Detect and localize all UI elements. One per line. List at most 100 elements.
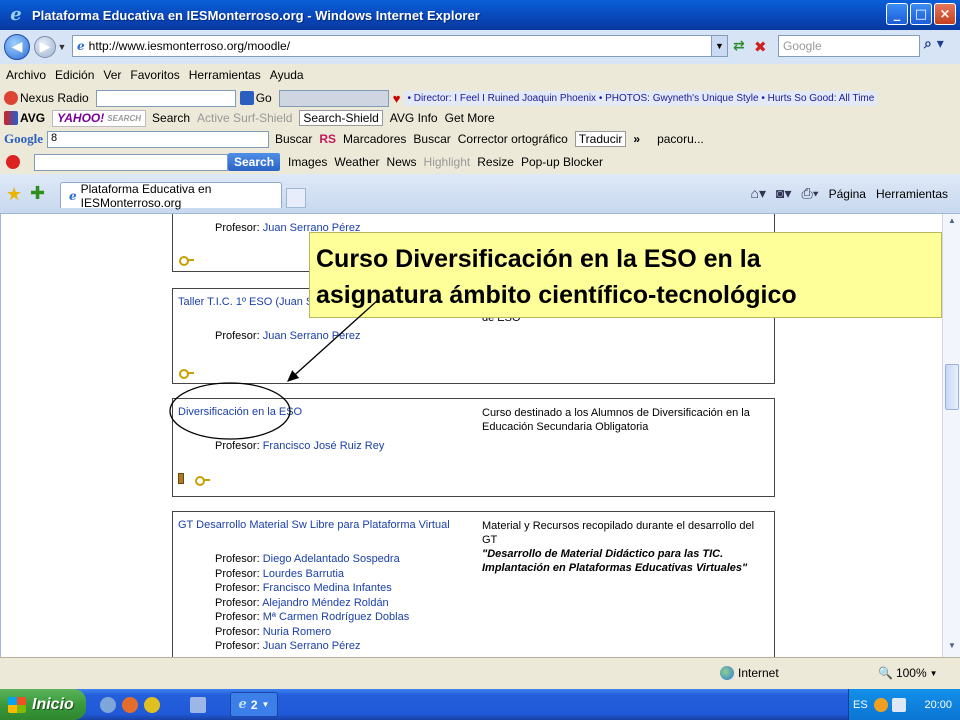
language-indicator[interactable]: ES	[853, 699, 868, 711]
google-search-field[interactable]: 8	[47, 130, 269, 148]
zoom-level: 100%	[895, 666, 927, 680]
news-button[interactable]: News	[387, 155, 417, 169]
callout-box: Curso Diversificación en la ESO en la as…	[309, 232, 942, 318]
scroll-up-icon[interactable]: ▲	[945, 216, 959, 230]
nexus-go-button[interactable]: Go	[239, 91, 272, 105]
minimize-button[interactable]: _	[886, 3, 908, 25]
quicklaunch-firefox-icon[interactable]	[122, 696, 138, 713]
google-buscar-button[interactable]: Buscar	[275, 132, 312, 146]
stop-icon[interactable]: ✖	[754, 38, 774, 56]
vertical-scrollbar[interactable]: ▲ ▼	[942, 214, 960, 657]
marcadores-button[interactable]: Marcadores	[343, 132, 406, 146]
home-icon[interactable]: ⌂▾	[751, 185, 766, 202]
course-1-name[interactable]: Taller T.I.C. 1º ESO (Juan Ser	[178, 296, 323, 308]
active-surf-shield-button[interactable]: Active Surf-Shield	[197, 111, 292, 125]
teacher-link[interactable]: Mª Carmen Rodríguez Doblas	[263, 611, 410, 623]
quicklaunch-editor-icon[interactable]	[190, 696, 206, 713]
group-count: 2	[250, 697, 258, 712]
new-tab-button[interactable]	[286, 188, 306, 208]
tray-app-icon[interactable]	[873, 697, 888, 712]
history-dropdown-icon[interactable]: ▼	[56, 42, 68, 52]
teacher-label: Profesor	[215, 553, 257, 565]
highlight-button[interactable]: Highlight	[424, 155, 471, 169]
resize-button[interactable]: Resize	[477, 155, 514, 169]
course-box-3: GT Desarrollo Material Sw Libre para Pla…	[172, 511, 775, 657]
taskbar-ie-group[interactable]: e 2 ▼	[230, 692, 278, 717]
google-toolbar: Google 8 Buscar RS Marcadores Buscar Cor…	[0, 128, 960, 150]
menu-favoritos[interactable]: Favoritos	[130, 68, 179, 82]
command-bar: ⌂▾ ◙▾ ⎙▾ Página Herramientas	[751, 185, 948, 202]
menu-archivo[interactable]: Archivo	[6, 68, 46, 82]
pagina-menu[interactable]: Página	[829, 187, 866, 201]
course-2-name[interactable]: Diversificación en la ESO	[178, 406, 302, 418]
search-input[interactable]: Google	[778, 35, 920, 57]
title-bar: e Plataforma Educativa en IESMonterroso.…	[0, 0, 960, 30]
rs-button[interactable]: RS	[319, 132, 336, 146]
ask-search-field[interactable]	[34, 153, 228, 171]
start-button[interactable]: Inicio	[0, 689, 86, 720]
ask-search-button[interactable]: Search	[228, 153, 281, 171]
images-button[interactable]: Images	[288, 155, 327, 169]
tray-monitor-icon[interactable]	[891, 697, 906, 712]
traducir-button[interactable]: Traducir	[574, 131, 627, 147]
teacher-label: Profesor	[215, 330, 257, 342]
nexus-search-field[interactable]	[95, 89, 236, 107]
tab-plataforma-educativa[interactable]: e Plataforma Educativa en IESMonterroso.…	[60, 182, 282, 210]
forward-button[interactable]: ▶	[34, 36, 56, 58]
teacher-link[interactable]: Francisco José Ruiz Rey	[263, 440, 385, 452]
yahoo-search-field[interactable]: YAHOO! SEARCH	[52, 109, 147, 127]
ie-taskbar-icon: e	[238, 697, 247, 712]
get-more-button[interactable]: Get More	[445, 111, 495, 125]
zoom-dropdown-icon[interactable]: ▼	[930, 669, 938, 678]
search-shield-button[interactable]: Search-Shield	[299, 110, 383, 126]
teacher-link[interactable]: Francisco Medina Infantes	[263, 582, 392, 594]
popup-blocker-button[interactable]: Pop-up Blocker	[521, 155, 603, 169]
menu-ayuda[interactable]: Ayuda	[270, 68, 304, 82]
news-ticker[interactable]: • Director: I Feel I Ruined Joaquin Phoe…	[404, 90, 878, 106]
zoom-control[interactable]: 🔍 100% ▼	[878, 666, 938, 680]
buscar-button[interactable]: Buscar	[413, 132, 450, 146]
menu-herramientas[interactable]: Herramientas	[189, 68, 261, 82]
address-bar[interactable]: e http://www.iesmonterroso.org/moodle/ ▼	[72, 35, 728, 57]
course-3-desc: Material y Recursos recopilado durante e…	[482, 519, 770, 575]
course-3-name[interactable]: GT Desarrollo Material Sw Libre para Pla…	[178, 519, 450, 531]
headphones-icon	[4, 91, 18, 105]
corrector-button[interactable]: Corrector ortográfico	[458, 132, 568, 146]
print-icon[interactable]: ⎙▾	[802, 185, 819, 202]
page-favicon-icon: e	[77, 39, 85, 53]
avg-button[interactable]: AVG	[4, 111, 45, 125]
avg-search-button[interactable]: Search	[152, 111, 190, 125]
menu-edicion[interactable]: Edición	[55, 68, 94, 82]
maximize-button[interactable]: □	[910, 3, 932, 25]
teacher-link[interactable]: Nuria Romero	[263, 626, 331, 638]
scrollbar-thumb[interactable]	[945, 364, 959, 410]
teacher-link[interactable]: Alejandro Méndez Roldán	[262, 597, 389, 609]
add-favorite-icon[interactable]: ✚	[30, 183, 45, 204]
close-button[interactable]: ×	[934, 3, 956, 25]
herramientas-menu[interactable]: Herramientas	[876, 187, 948, 201]
heart-icon[interactable]: ♥	[393, 91, 401, 106]
user-account-button[interactable]: pacoru...	[657, 132, 704, 146]
teacher-link[interactable]: Juan Serrano Pérez	[263, 330, 361, 342]
menu-ver[interactable]: Ver	[103, 68, 121, 82]
player-controls[interactable]	[278, 89, 389, 107]
favorites-star-icon[interactable]: ★	[6, 184, 22, 205]
feeds-icon[interactable]: ◙▾	[776, 185, 791, 202]
address-dropdown-icon[interactable]: ▼	[711, 36, 727, 56]
search-icon[interactable]: ⌕ ▾	[924, 36, 956, 56]
back-button[interactable]: ◀	[4, 34, 30, 60]
nexus-radio-button[interactable]: Nexus Radio	[4, 91, 89, 105]
quicklaunch-chrome-icon[interactable]	[144, 696, 160, 713]
more-chevron[interactable]: »	[633, 132, 640, 146]
teacher-label: Profesor	[215, 611, 257, 623]
teacher-link[interactable]: Diego Adelantado Sospedra	[263, 553, 400, 565]
avg-info-button[interactable]: AVG Info	[390, 111, 438, 125]
taskbar: Inicio e 2 ▼ ES 20:00	[0, 689, 960, 720]
teacher-link[interactable]: Lourdes Barrutia	[263, 568, 344, 580]
weather-button[interactable]: Weather	[334, 155, 379, 169]
yahoo-search-hint: SEARCH	[107, 113, 142, 123]
scroll-down-icon[interactable]: ▼	[945, 641, 959, 655]
refresh-icon[interactable]: ⇄	[733, 38, 753, 56]
teacher-link[interactable]: Juan Serrano Pérez	[263, 640, 361, 652]
quicklaunch-desktop-icon[interactable]	[100, 696, 116, 713]
